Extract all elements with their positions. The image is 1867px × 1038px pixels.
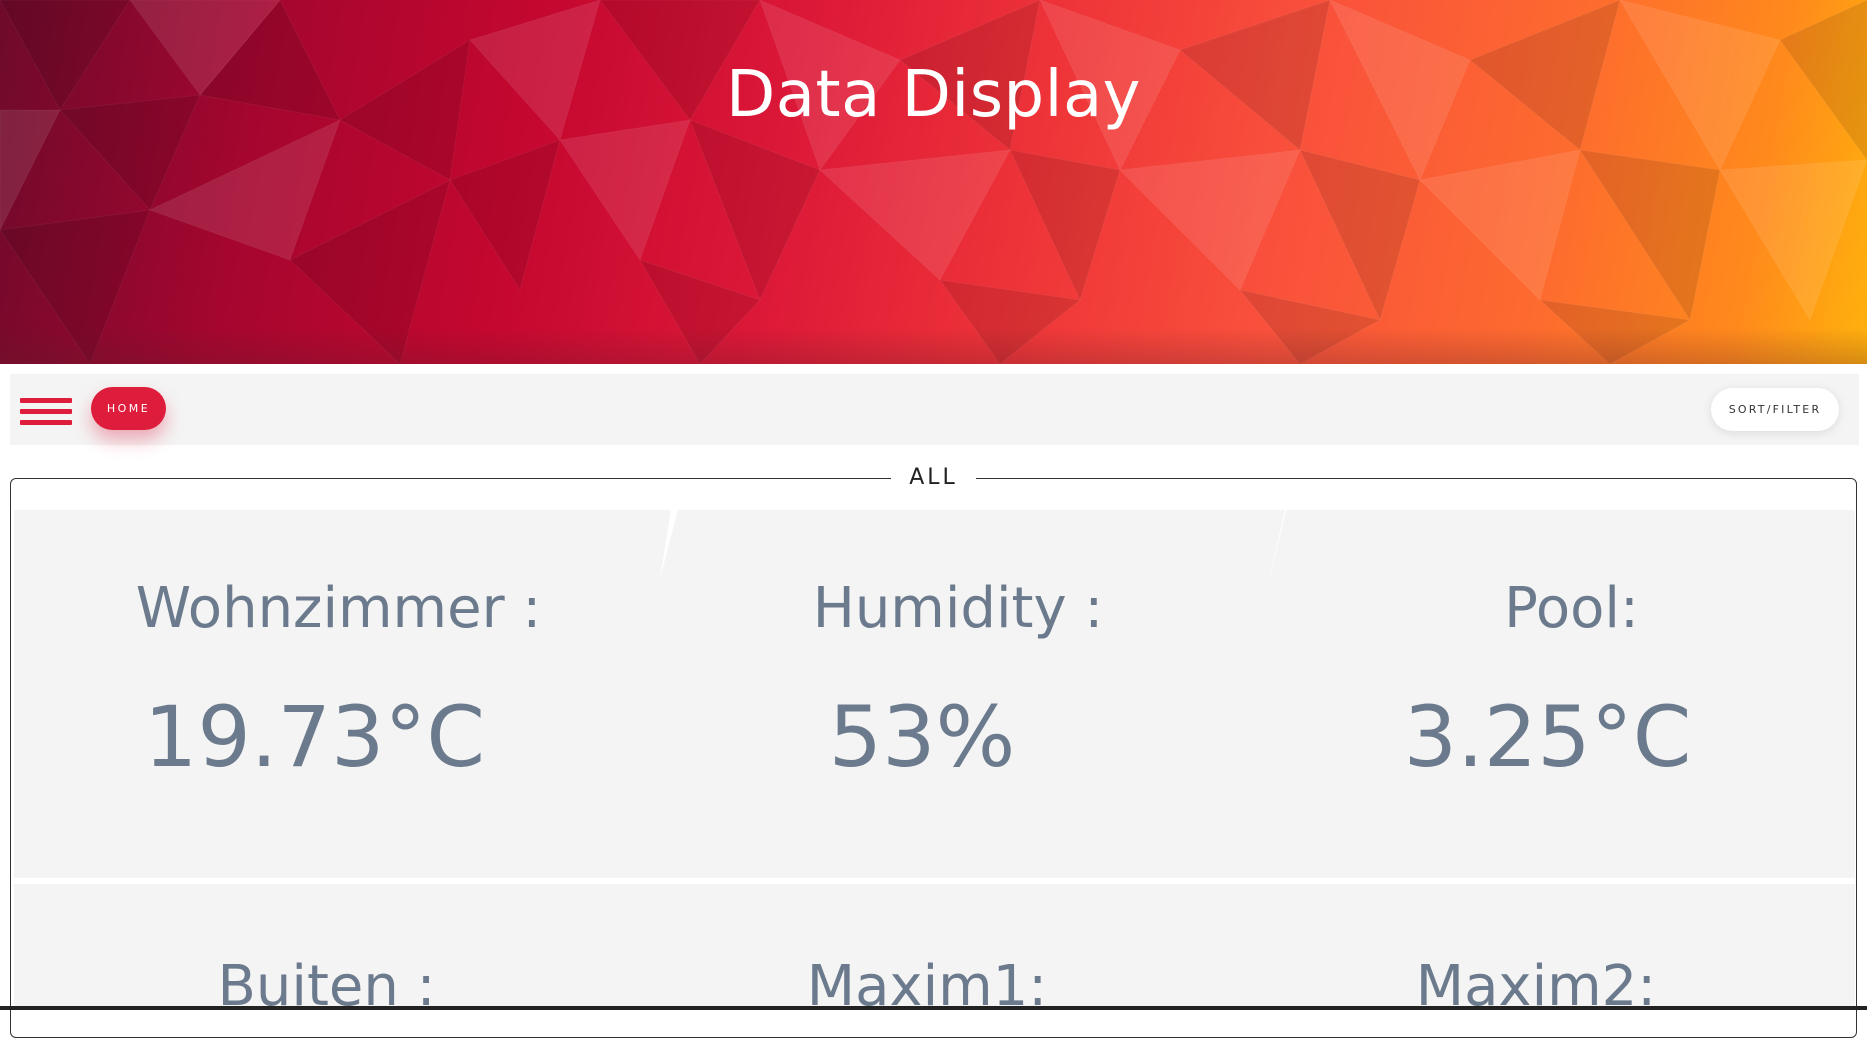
home-button[interactable]: HOME <box>91 387 166 430</box>
sort-filter-button[interactable]: SORT/FILTER <box>1711 388 1839 431</box>
group-legend-text: ALL <box>891 464 976 492</box>
sensor-card[interactable]: Humidity : 53% <box>583 510 1285 878</box>
hero-banner: Data Display <box>0 0 1867 364</box>
sensor-card[interactable]: Maxim1: <box>645 884 1285 1006</box>
toolbar: HOME SORT/FILTER <box>10 374 1859 445</box>
sensor-card[interactable]: Maxim2: <box>1257 884 1855 1006</box>
banner-shadow <box>0 328 1867 364</box>
sensor-value: 53% <box>828 688 1016 786</box>
low-poly-background <box>0 0 1867 364</box>
page-title: Data Display <box>725 58 1142 132</box>
sensor-value: 19.73°C <box>143 688 486 786</box>
sensor-label: Pool: <box>1504 576 1639 641</box>
sensor-label: Maxim2: <box>1415 954 1657 1006</box>
hamburger-menu-icon[interactable] <box>20 398 72 430</box>
sensor-label: Maxim1: <box>806 954 1048 1006</box>
group-legend: ALL <box>0 464 1867 492</box>
sensor-card[interactable]: Pool: 3.25°C <box>1196 510 1855 878</box>
sensor-label: Wohnzimmer : <box>135 576 542 641</box>
sensor-label: Buiten : <box>217 954 436 1006</box>
sensor-value: 3.25°C <box>1403 688 1692 786</box>
window-bottom-edge <box>0 1006 1867 1010</box>
sensor-card[interactable]: Buiten : <box>14 884 671 1006</box>
sensor-card[interactable]: Wohnzimmer : 19.73°C <box>14 510 671 878</box>
sensor-label: Humidity : <box>812 576 1104 641</box>
